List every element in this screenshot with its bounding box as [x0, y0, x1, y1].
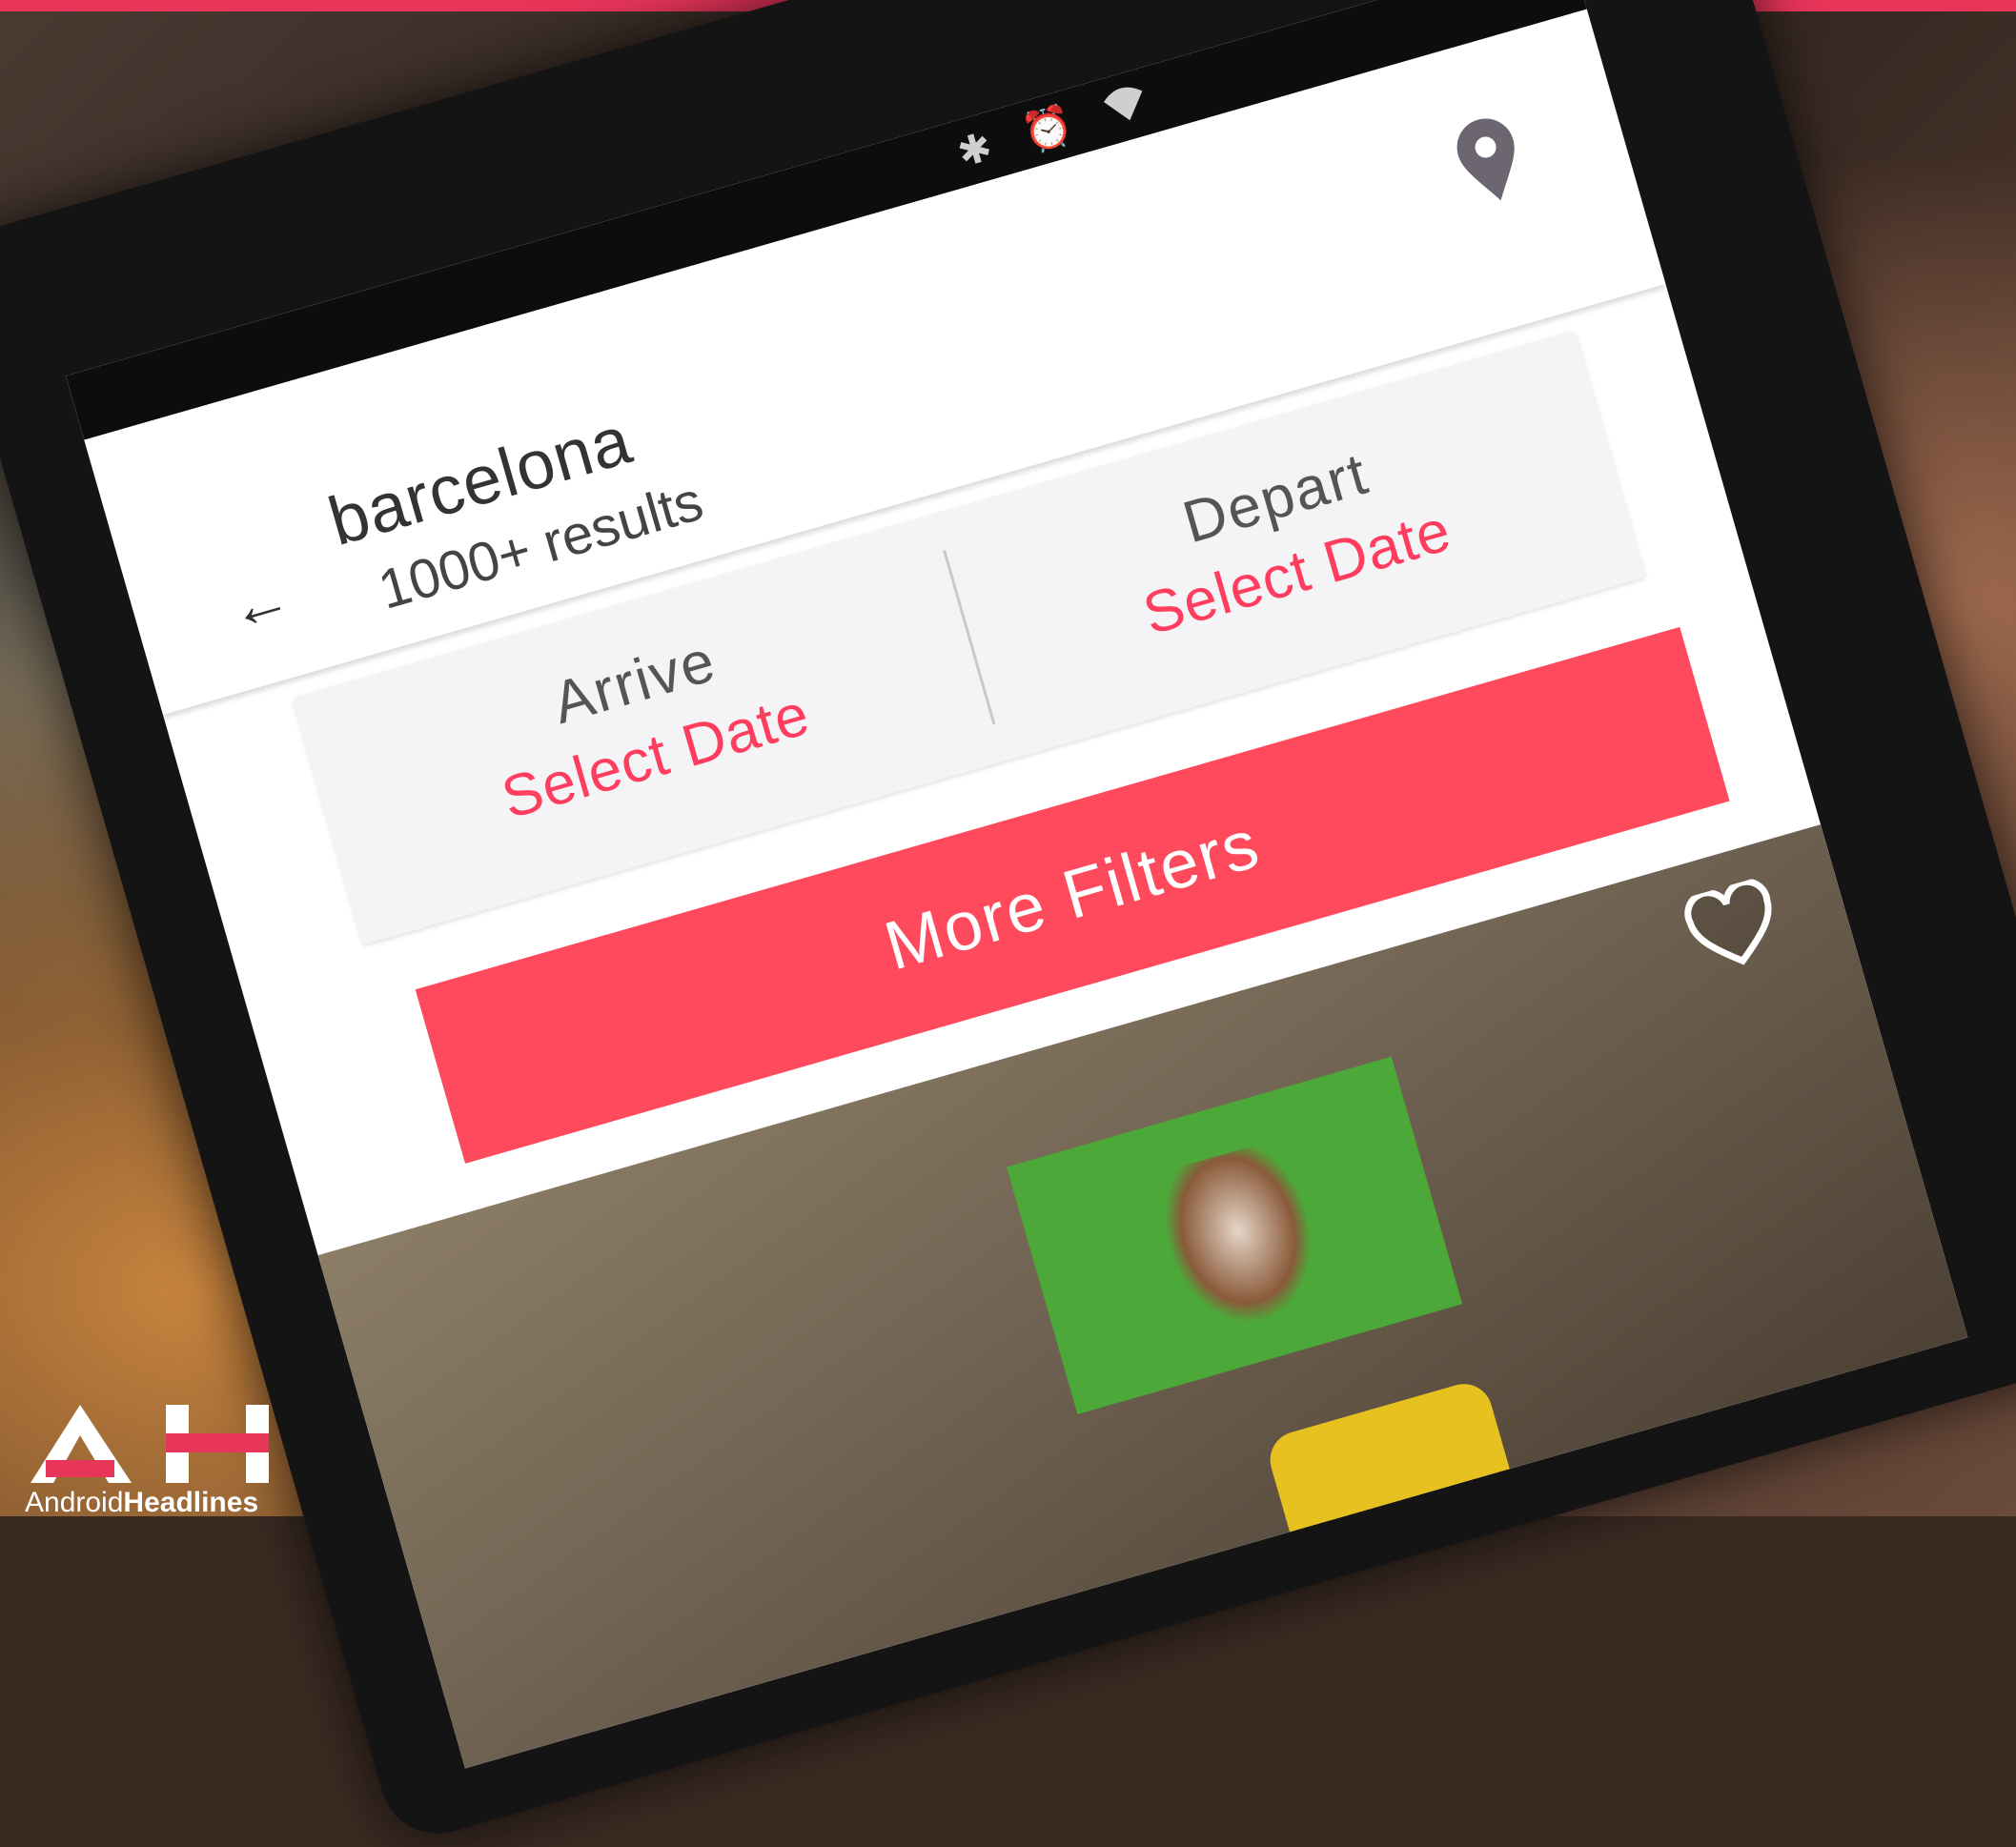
- brand-wordmark: AndroidHeadlines: [25, 1487, 258, 1519]
- alarm-icon: ⏰: [1017, 100, 1078, 157]
- map-pin-icon[interactable]: [1449, 112, 1531, 211]
- androidheadlines-watermark: AndroidHeadlines: [21, 1399, 278, 1519]
- phone-device: ✱ ⏰ ← barcelona 1000+ results Arrive Sel…: [0, 0, 2016, 1847]
- ah-logo-icon: [31, 1405, 269, 1483]
- cow-canvas-print: [1007, 1056, 1463, 1414]
- heart-icon[interactable]: [1678, 875, 1788, 979]
- wifi-icon: [1099, 79, 1154, 136]
- brand-light-text: Android: [25, 1487, 124, 1518]
- yellow-pillow: [1263, 1377, 1516, 1551]
- cow-image: [1148, 1136, 1334, 1341]
- back-arrow-icon[interactable]: ←: [214, 560, 305, 645]
- brand-bold-text: Headlines: [123, 1487, 259, 1518]
- bluetooth-icon: ✱: [952, 123, 997, 176]
